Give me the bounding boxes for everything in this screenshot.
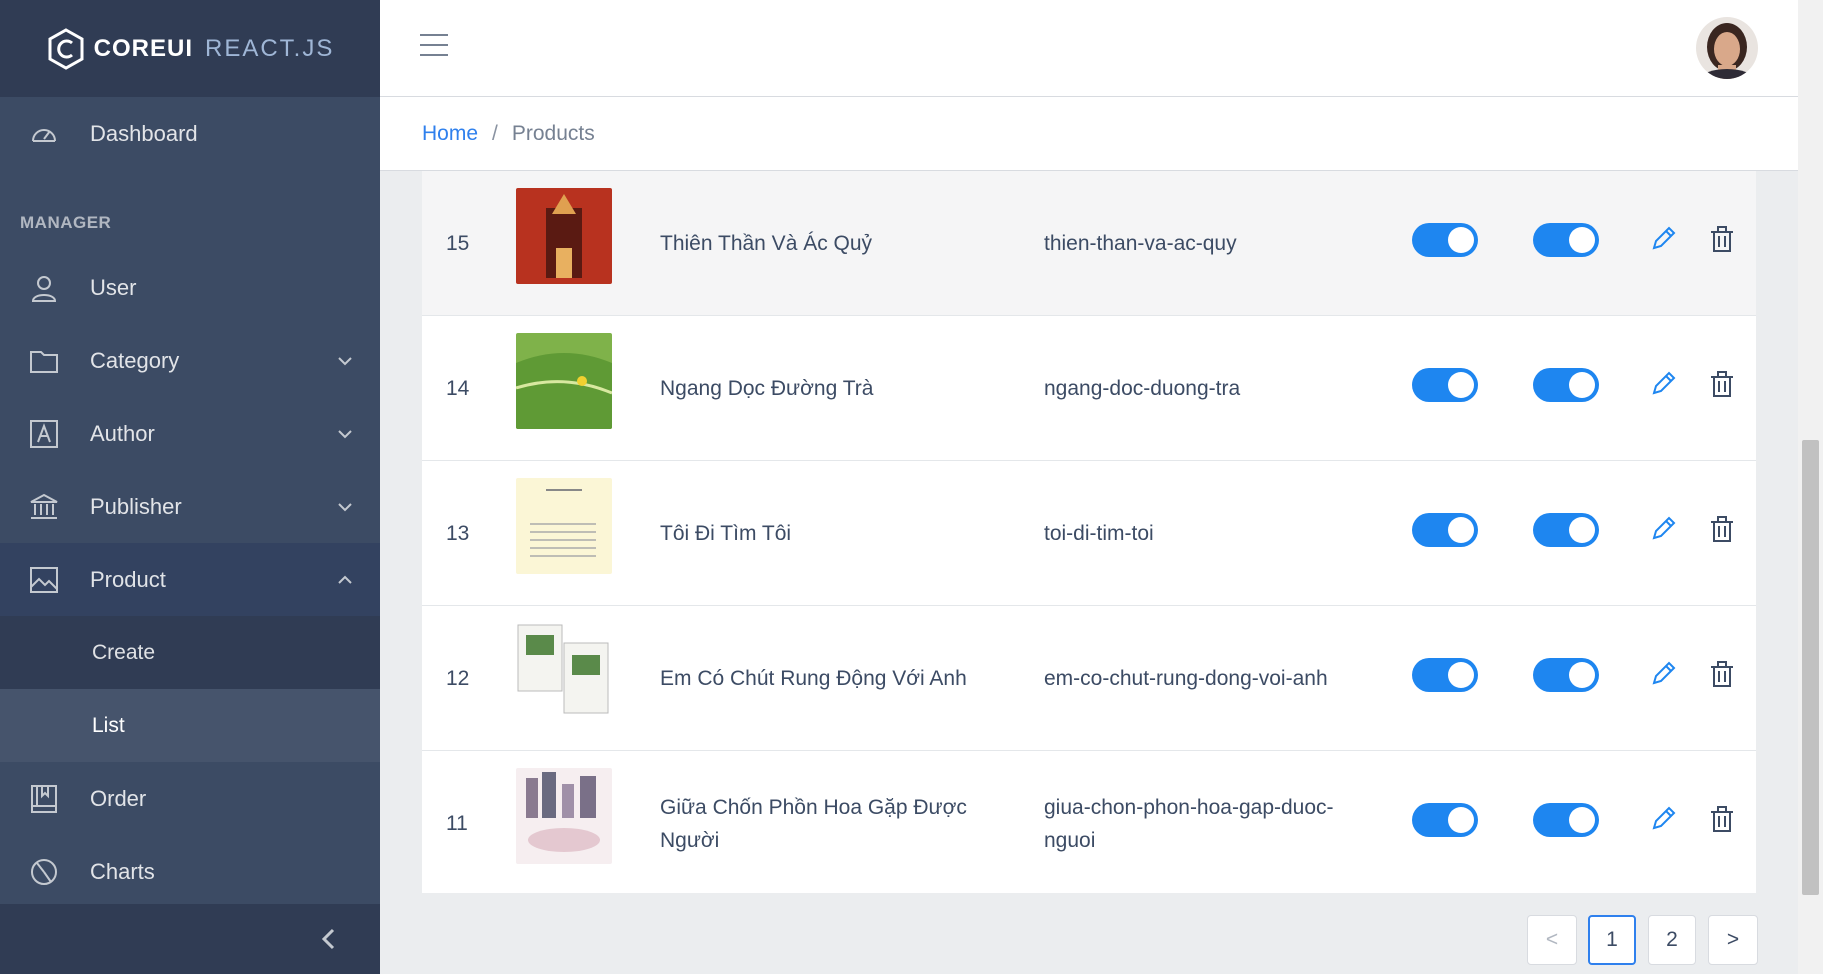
product-slug: giua-chon-phon-hoa-gap-duoc-nguoi — [1044, 795, 1334, 852]
pencil-icon[interactable] — [1648, 224, 1678, 254]
product-slug: thien-than-va-ac-quy — [1044, 232, 1237, 255]
featured-toggle[interactable] — [1533, 658, 1599, 692]
status-toggle[interactable] — [1412, 513, 1478, 547]
breadcrumb-separator: / — [492, 121, 498, 145]
product-id: 15 — [446, 231, 470, 255]
avatar[interactable] — [1696, 17, 1758, 79]
products-table: 15 Thiên Thần Và Ác Quỷ thien-than-va-ac… — [422, 171, 1756, 893]
chevron-down-icon — [338, 429, 352, 438]
pencil-icon[interactable] — [1648, 804, 1678, 834]
product-name: Giữa Chốn Phồn Hoa Gặp Được Người — [660, 795, 967, 852]
sidebar-item-label: Product — [90, 566, 166, 592]
product-thumbnail — [516, 623, 612, 719]
header — [380, 0, 1798, 97]
bank-icon — [28, 491, 60, 523]
sidebar: COREUI REACT.JS Dashboard MANAGER User C… — [0, 0, 380, 974]
sidebar-item-product[interactable]: Product — [0, 543, 380, 616]
sidebar-item-publisher[interactable]: Publisher — [0, 470, 380, 543]
pagination-page-1[interactable]: 1 — [1588, 915, 1636, 965]
featured-toggle[interactable] — [1533, 223, 1599, 257]
user-icon — [28, 272, 60, 304]
sidebar-item-label: User — [90, 274, 137, 300]
table-row: 15 Thiên Thần Và Ác Quỷ thien-than-va-ac… — [422, 171, 1756, 316]
pagination-page-2[interactable]: 2 — [1648, 915, 1696, 965]
chevron-left-icon — [321, 928, 335, 950]
sidebar-section-title: MANAGER — [20, 213, 112, 232]
product-id: 13 — [446, 521, 470, 545]
chevron-down-icon — [338, 356, 352, 365]
featured-toggle[interactable] — [1533, 803, 1599, 837]
image-icon — [28, 564, 60, 596]
trash-icon[interactable] — [1708, 514, 1736, 544]
sidebar-subitem-list[interactable]: List — [0, 689, 380, 762]
sidebar-item-author[interactable]: Author — [0, 397, 380, 470]
trash-icon[interactable] — [1708, 369, 1736, 399]
table-row: 12 Em Có Chút Rung Động Với Anh em-co-ch… — [422, 606, 1756, 751]
pagination-prev-button[interactable]: < — [1527, 915, 1577, 965]
sidebar-item-label: Publisher — [90, 493, 182, 519]
brand-suffix: REACT.JS — [204, 34, 335, 62]
menu-toggle-icon[interactable] — [420, 34, 448, 58]
sidebar-item-label: Charts — [90, 858, 155, 884]
sidebar-item-category[interactable]: Category — [0, 324, 380, 397]
product-thumbnail — [516, 188, 612, 284]
table-row: 13 Tôi Đi Tìm Tôi toi-di-tim-toi — [422, 461, 1756, 606]
folder-icon — [28, 345, 60, 377]
sidebar-minimize-button[interactable] — [0, 904, 380, 974]
sidebar-item-label: Category — [90, 347, 180, 373]
brand-name: COREUI — [93, 34, 193, 62]
product-name: Ngang Dọc Đường Trà — [660, 377, 874, 400]
breadcrumb: Home / Products — [380, 97, 1798, 171]
book-icon — [28, 783, 60, 815]
table-row: 11 Giữa Chốn Phồn Hoa Gặp Được Người giu… — [422, 751, 1756, 893]
status-toggle[interactable] — [1412, 368, 1478, 402]
featured-toggle[interactable] — [1533, 513, 1599, 547]
product-id: 12 — [446, 666, 470, 690]
sidebar-item-charts[interactable]: Charts — [0, 835, 380, 908]
status-toggle[interactable] — [1412, 658, 1478, 692]
product-name: Thiên Thần Và Ác Quỷ — [660, 232, 873, 255]
sidebar-item-label: Order — [90, 785, 147, 811]
pencil-icon[interactable] — [1648, 514, 1678, 544]
pencil-icon[interactable] — [1648, 369, 1678, 399]
sidebar-item-label: Dashboard — [90, 121, 198, 146]
pagination-next-button[interactable]: > — [1708, 915, 1758, 965]
product-thumbnail — [516, 768, 612, 864]
chevron-down-icon — [338, 502, 352, 511]
status-toggle[interactable] — [1412, 223, 1478, 257]
trash-icon[interactable] — [1708, 804, 1736, 834]
featured-toggle[interactable] — [1533, 368, 1599, 402]
status-toggle[interactable] — [1412, 803, 1478, 837]
table-row: 14 Ngang Dọc Đường Trà ngang-doc-duong-t… — [422, 316, 1756, 461]
trash-icon[interactable] — [1708, 659, 1736, 689]
coreui-logo-icon — [48, 27, 84, 70]
breadcrumb-current: Products — [511, 121, 595, 145]
sidebar-item-label: Author — [90, 420, 155, 446]
product-name: Em Có Chút Rung Động Với Anh — [660, 667, 967, 690]
speedometer-icon — [28, 118, 60, 150]
product-id: 14 — [446, 376, 470, 400]
product-slug: em-co-chut-rung-dong-voi-anh — [1044, 667, 1328, 690]
product-slug: ngang-doc-duong-tra — [1044, 377, 1241, 400]
breadcrumb-home-link[interactable]: Home — [422, 122, 478, 146]
sidebar-item-dashboard[interactable]: Dashboard — [0, 97, 380, 171]
scrollbar-thumb[interactable] — [1802, 440, 1819, 895]
product-id: 11 — [446, 811, 468, 835]
chevron-up-icon — [338, 575, 352, 584]
sidebar-item-order[interactable]: Order — [0, 762, 380, 835]
pencil-icon[interactable] — [1648, 659, 1678, 689]
letter-a-icon — [28, 418, 60, 450]
chart-pie-icon — [28, 856, 60, 888]
sidebar-subitem-create[interactable]: Create — [0, 616, 380, 689]
brand-logo[interactable]: COREUI REACT.JS — [0, 0, 380, 97]
product-name: Tôi Đi Tìm Tôi — [660, 522, 792, 545]
product-thumbnail — [516, 478, 612, 574]
scrollbar[interactable] — [1798, 0, 1823, 974]
trash-icon[interactable] — [1708, 224, 1736, 254]
product-slug: toi-di-tim-toi — [1044, 522, 1154, 545]
sidebar-item-user[interactable]: User — [0, 251, 380, 324]
product-thumbnail — [516, 333, 612, 429]
